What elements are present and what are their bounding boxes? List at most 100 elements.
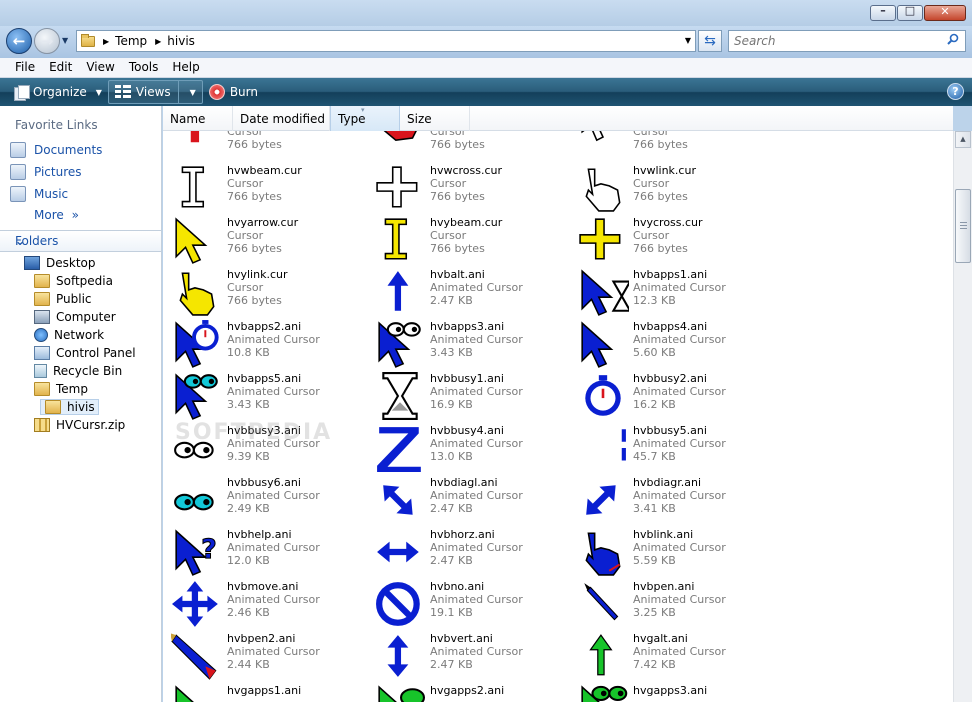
file-tile[interactable]: hvybeam.cur Cursor 766 bytes: [370, 215, 570, 267]
file-tile[interactable]: hvyarrow.cur Cursor 766 bytes: [167, 215, 367, 267]
file-tile[interactable]: Cursor 766 bytes: [167, 131, 367, 163]
file-tile[interactable]: hvbbusy6.ani Animated Cursor 2.49 KB: [167, 475, 367, 527]
file-tile[interactable]: hvbapps4.ani Animated Cursor 5.60 KB: [573, 319, 773, 371]
file-type: Animated Cursor: [633, 489, 726, 502]
menu-help[interactable]: Help: [165, 58, 206, 77]
column-header-type[interactable]: ▾ Type: [330, 106, 400, 131]
file-tile[interactable]: hvbbusy5.ani Animated Cursor 45.7 KB: [573, 423, 773, 475]
organize-icon: [14, 85, 30, 101]
menu-view[interactable]: View: [79, 58, 121, 77]
folders-header[interactable]: Folders ⌄: [0, 230, 161, 252]
file-tile[interactable]: hvbapps5.ani Animated Cursor 3.43 KB: [167, 371, 367, 423]
green-arrow-eyes-icon: [577, 683, 629, 702]
cyan-eyes-icon: [171, 475, 223, 525]
breadcrumb-temp[interactable]: Temp: [115, 34, 147, 48]
menu-edit[interactable]: Edit: [42, 58, 79, 77]
maximize-button[interactable]: □: [897, 4, 923, 21]
search-icon[interactable]: [947, 33, 959, 45]
organize-button[interactable]: Organize ▼: [8, 80, 108, 104]
column-header-name[interactable]: Name: [163, 106, 233, 131]
menu-tools[interactable]: Tools: [122, 58, 166, 77]
file-size: 12.0 KB: [227, 554, 270, 567]
back-button[interactable]: ←: [6, 28, 32, 54]
file-tile[interactable]: hvbpen.ani Animated Cursor 3.25 KB: [573, 579, 773, 631]
file-tile[interactable]: hvbapps1.ani Animated Cursor 12.3 KB: [573, 267, 773, 319]
tree-item-network[interactable]: Network: [34, 328, 104, 342]
file-tile[interactable]: hvblink.ani Animated Cursor 5.59 KB: [573, 527, 773, 579]
file-tile[interactable]: hvbmove.ani Animated Cursor 2.46 KB: [167, 579, 367, 631]
file-size: 3.43 KB: [227, 398, 270, 411]
file-tile[interactable]: hvgalt.ani Animated Cursor 7.42 KB: [573, 631, 773, 683]
address-dropdown-icon[interactable]: ▼: [685, 36, 691, 45]
grip-icon: [960, 222, 967, 230]
favorite-link-documents[interactable]: Documents: [10, 142, 102, 158]
file-type: Animated Cursor: [227, 385, 320, 398]
file-tile[interactable]: hvbapps3.ani Animated Cursor 3.43 KB: [370, 319, 570, 371]
tree-item-temp[interactable]: Temp: [34, 382, 88, 396]
tree-item-hivis[interactable]: hivis: [40, 399, 99, 415]
file-tile[interactable]: hvycross.cur Cursor 766 bytes: [573, 215, 773, 267]
breadcrumb-separator-icon[interactable]: ▶: [103, 37, 109, 46]
more-links[interactable]: More »: [34, 208, 79, 222]
file-tile[interactable]: hvylink.cur Cursor 766 bytes: [167, 267, 367, 319]
burn-button[interactable]: Burn: [203, 80, 264, 104]
file-tile[interactable]: hvbalt.ani Animated Cursor 2.47 KB: [370, 267, 570, 319]
search-input[interactable]: [729, 31, 929, 51]
minimize-button[interactable]: –: [870, 4, 896, 21]
scroll-up-icon[interactable]: ▲: [955, 131, 971, 148]
file-tile[interactable]: hvwlink.cur Cursor 766 bytes: [573, 163, 773, 215]
menu-file[interactable]: File: [8, 58, 42, 77]
help-icon[interactable]: ?: [947, 83, 964, 100]
address-bar[interactable]: ▶ Temp ▶ hivis ▼: [76, 30, 696, 52]
file-tile[interactable]: hvbno.ani Animated Cursor 19.1 KB: [370, 579, 570, 631]
refresh-icon: ⇆: [704, 33, 716, 49]
favorite-link-pictures[interactable]: Pictures: [10, 164, 82, 180]
close-button[interactable]: ✕: [924, 5, 966, 21]
refresh-button[interactable]: ⇆: [698, 30, 722, 52]
file-tile[interactable]: hvbhorz.ani Animated Cursor 2.47 KB: [370, 527, 570, 579]
file-tile[interactable]: hvgapps2.ani: [370, 683, 570, 702]
green-arrow-busy-icon: [374, 683, 426, 702]
breadcrumb-hivis[interactable]: hivis: [167, 34, 195, 48]
file-tile[interactable]: hvbdiagr.ani Animated Cursor 3.41 KB: [573, 475, 773, 527]
file-size: 2.47 KB: [430, 502, 473, 515]
file-tile[interactable]: ? hvbhelp.ani Animated Cursor 12.0 KB: [167, 527, 367, 579]
file-name: hvbapps2.ani: [227, 320, 302, 333]
split-divider: [177, 81, 179, 103]
tree-item-computer[interactable]: Computer: [34, 310, 116, 324]
file-name: hvwcross.cur: [430, 164, 503, 177]
tree-item-recycle-bin[interactable]: Recycle Bin: [34, 364, 122, 378]
tree-item-softpedia[interactable]: Softpedia: [34, 274, 113, 288]
file-tile[interactable]: hvbbusy4.ani Animated Cursor 13.0 KB: [370, 423, 570, 475]
file-size: 766 bytes: [227, 190, 282, 203]
file-tile[interactable]: hvbdiagl.ani Animated Cursor 2.47 KB: [370, 475, 570, 527]
views-dropdown-icon[interactable]: ▼: [190, 88, 196, 97]
tree-item-control-panel[interactable]: Control Panel: [34, 346, 136, 360]
file-tile[interactable]: hvbbusy2.ani Animated Cursor 16.2 KB: [573, 371, 773, 423]
views-button[interactable]: Views ▼: [107, 80, 203, 104]
file-tile[interactable]: hvbpen2.ani Animated Cursor 2.44 KB: [167, 631, 367, 683]
forward-button[interactable]: →: [34, 28, 60, 54]
file-type: Animated Cursor: [430, 593, 523, 606]
file-tile[interactable]: hvgapps1.ani: [167, 683, 367, 702]
vertical-scrollbar[interactable]: ▲: [953, 131, 972, 702]
file-tile[interactable]: hvwcross.cur Cursor 766 bytes: [370, 163, 570, 215]
file-tile[interactable]: hvgapps3.ani: [573, 683, 773, 702]
scrollbar-thumb[interactable]: [955, 189, 971, 263]
file-tile[interactable]: hvbapps2.ani Animated Cursor 10.8 KB: [167, 319, 367, 371]
file-tile[interactable]: hvbvert.ani Animated Cursor 2.47 KB: [370, 631, 570, 683]
breadcrumb-separator-icon[interactable]: ▶: [155, 37, 161, 46]
column-header-date-modified[interactable]: Date modified: [233, 106, 330, 131]
tree-item-desktop[interactable]: Desktop: [24, 256, 96, 270]
tree-item-public[interactable]: Public: [34, 292, 92, 306]
file-tile[interactable]: hvwbeam.cur Cursor 766 bytes: [167, 163, 367, 215]
column-header-size[interactable]: Size: [400, 106, 470, 131]
file-tile[interactable]: Cursor 766 bytes: [370, 131, 570, 163]
recent-pages-dropdown-icon[interactable]: ▼: [62, 36, 68, 45]
tree-item-hvcursr-zip[interactable]: HVCursr.zip: [34, 418, 125, 432]
file-tile[interactable]: Cursor 766 bytes: [573, 131, 773, 163]
folder-icon: [34, 292, 50, 306]
file-size: 2.47 KB: [430, 554, 473, 567]
file-tile[interactable]: hvbbusy1.ani Animated Cursor 16.9 KB: [370, 371, 570, 423]
favorite-link-music[interactable]: Music: [10, 186, 68, 202]
